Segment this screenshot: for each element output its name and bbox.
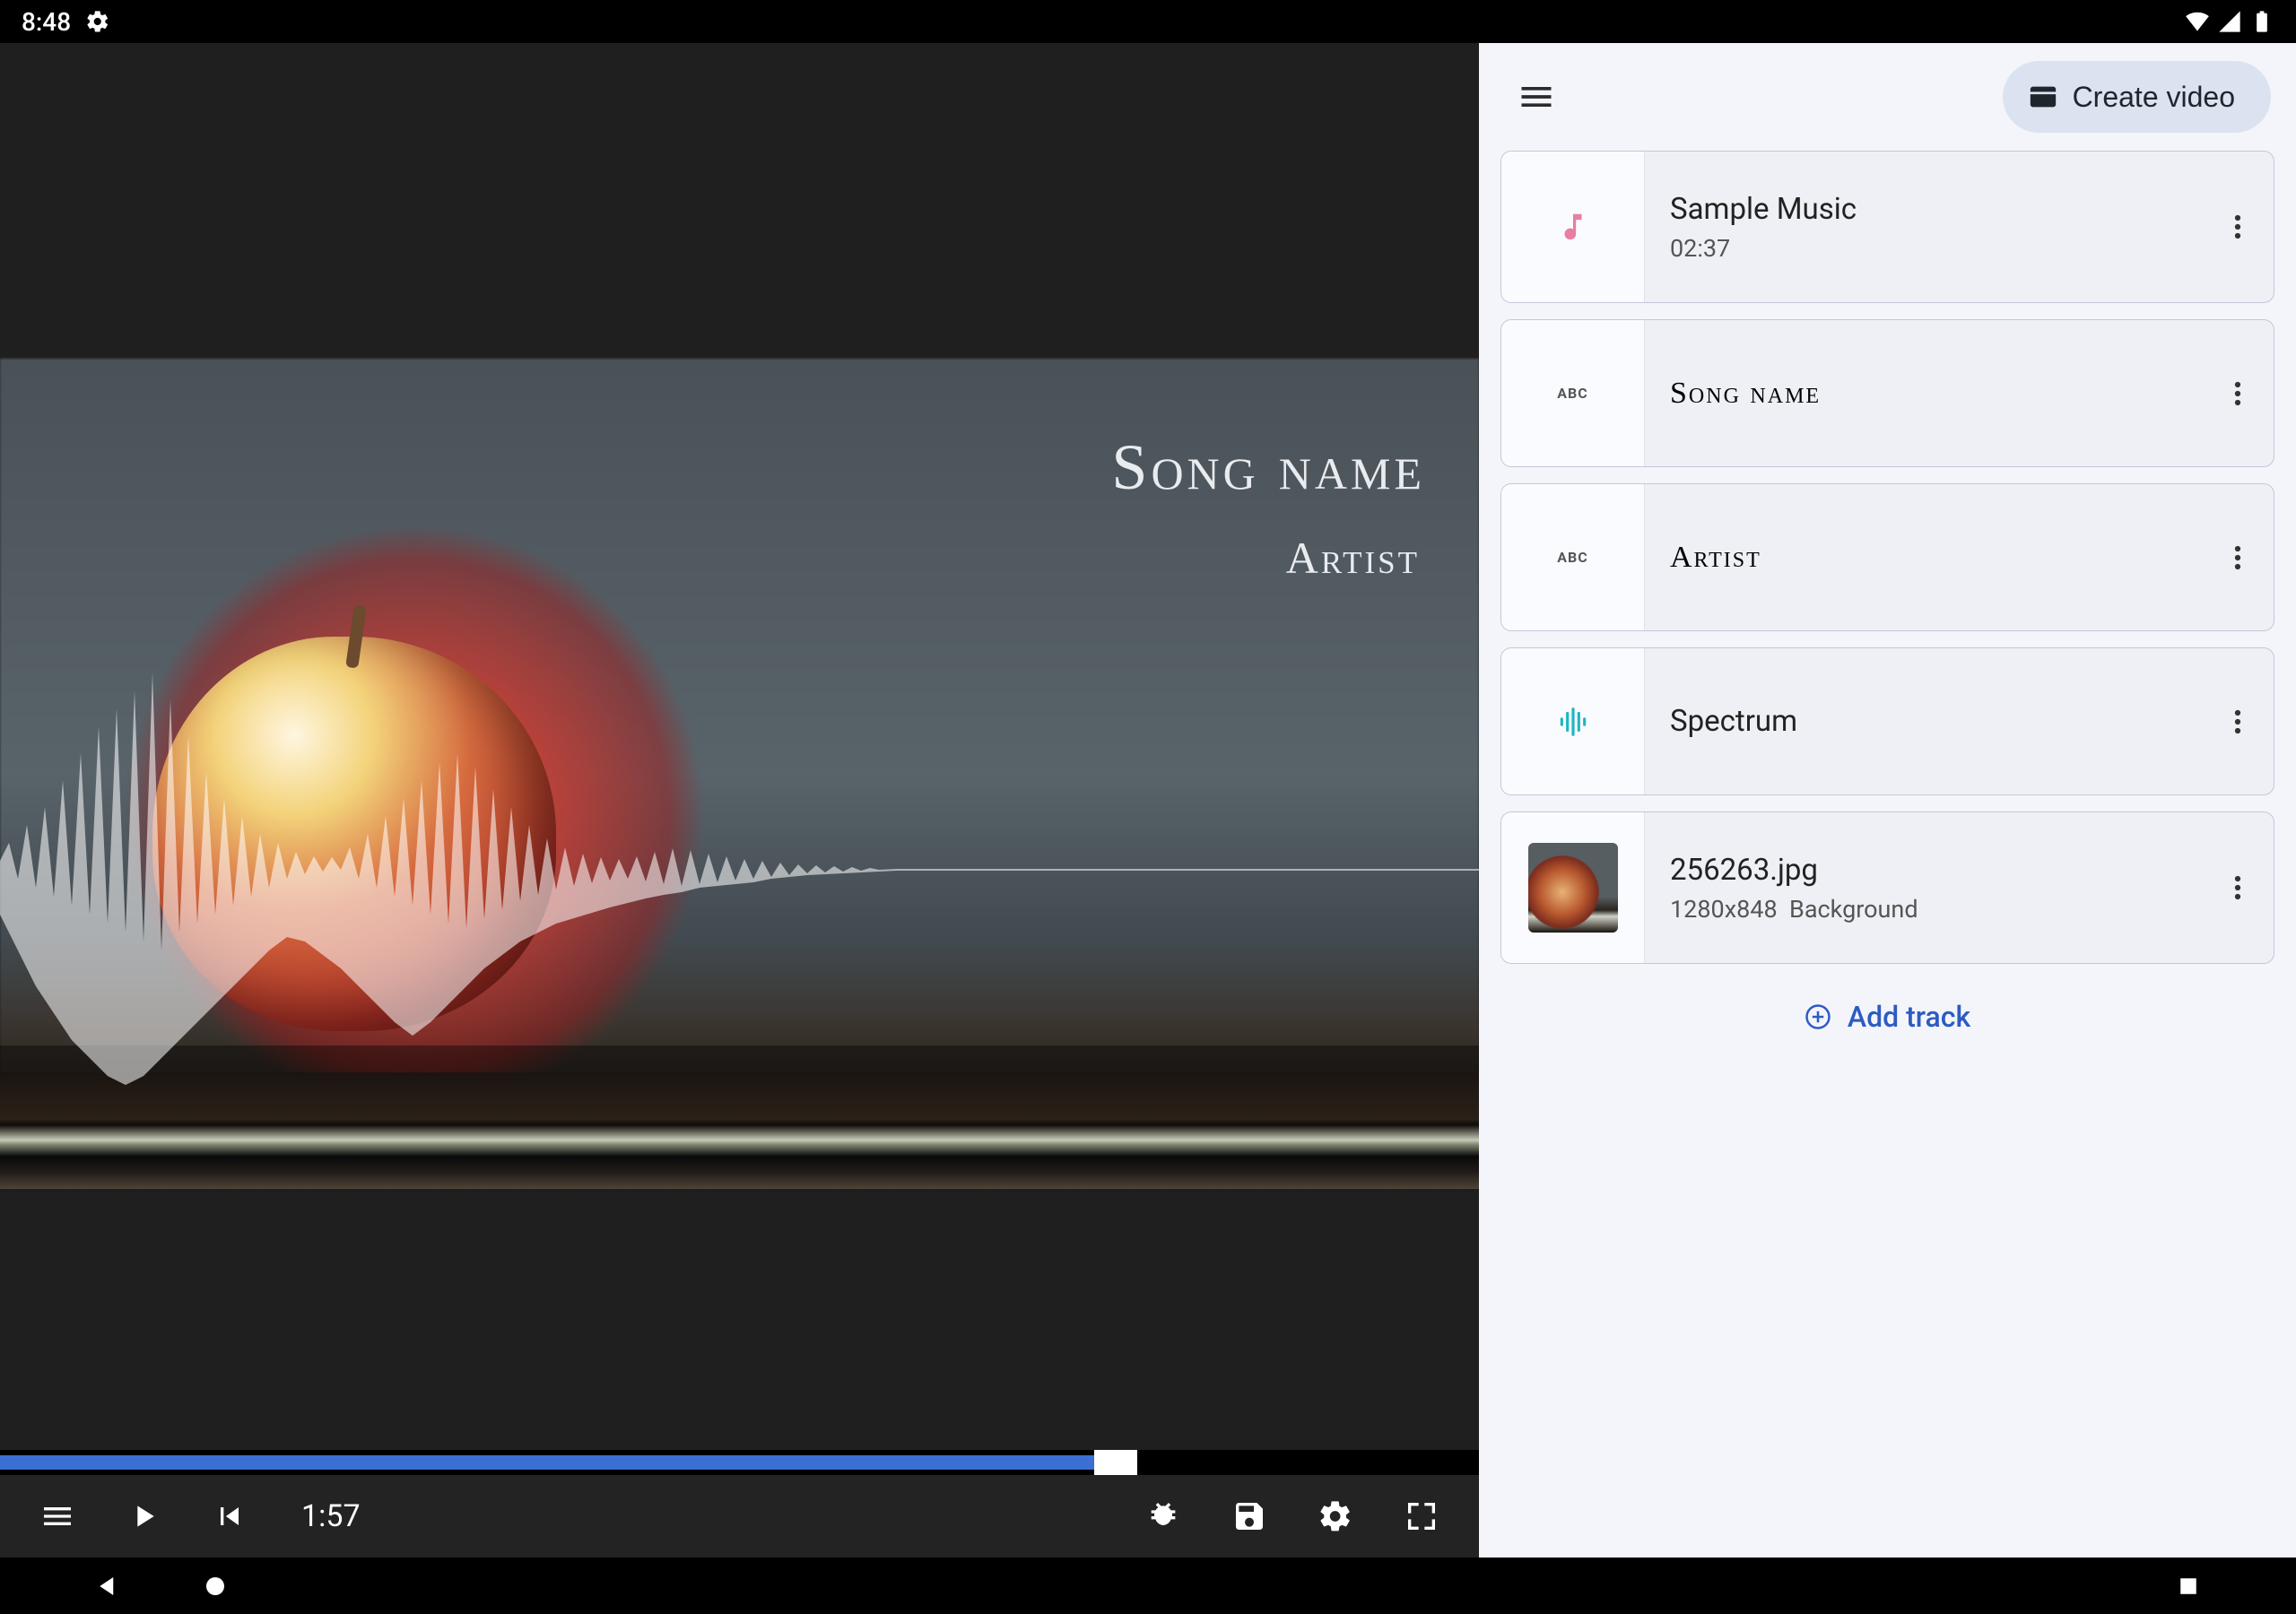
nav-back-button[interactable] <box>54 1558 161 1614</box>
track-more-button[interactable] <box>2202 648 2274 794</box>
track-title: Sample Music <box>1670 192 2177 227</box>
preview-canvas[interactable]: Song name Artist <box>0 43 1479 1450</box>
preview-artist-name: Artist <box>1111 532 1420 584</box>
plus-circle-icon <box>1805 1003 1831 1030</box>
hamburger-icon <box>39 1498 75 1534</box>
skip-previous-icon <box>212 1498 248 1534</box>
track-more-button[interactable] <box>2202 812 2274 963</box>
hamburger-icon <box>1517 77 1556 117</box>
play-icon <box>126 1498 161 1534</box>
track-icon-cell: ABC <box>1501 320 1645 466</box>
track-title: Spectrum <box>1670 704 2177 739</box>
playback-time: 1:57 <box>301 1498 361 1534</box>
more-vert-icon <box>2234 874 2241 901</box>
track-card-text-artist[interactable]: ABC Artist <box>1500 483 2274 631</box>
abc-icon: ABC <box>1557 385 1587 402</box>
progress-handle[interactable] <box>1094 1450 1137 1475</box>
progress-fill <box>0 1455 1094 1470</box>
nav-home-button[interactable] <box>161 1558 269 1614</box>
track-list: Sample Music 02:37 ABC Song name <box>1479 151 2296 964</box>
menu-button[interactable] <box>25 1484 90 1549</box>
more-vert-icon <box>2234 380 2241 407</box>
playback-controls: 1:57 <box>0 1475 1479 1558</box>
track-title: 256263.jpg <box>1670 853 2177 888</box>
track-thumbnail-cell <box>1501 812 1645 963</box>
create-video-button[interactable]: Create video <box>2003 61 2271 133</box>
create-video-label: Create video <box>2073 81 2235 114</box>
android-nav-bar <box>0 1558 2296 1614</box>
track-image-info: 1280x848 Background <box>1670 895 2177 924</box>
play-button[interactable] <box>111 1484 176 1549</box>
track-more-button[interactable] <box>2202 152 2274 302</box>
home-circle-icon <box>202 1573 229 1600</box>
preview-song-title: Song name <box>1111 430 1425 505</box>
battery-icon <box>2249 9 2274 34</box>
more-vert-icon <box>2234 544 2241 571</box>
gear-icon <box>85 9 110 34</box>
track-more-button[interactable] <box>2202 320 2274 466</box>
recents-square-icon <box>2175 1573 2202 1600</box>
video-frame: Song name Artist <box>0 359 1479 1189</box>
back-triangle-icon <box>94 1573 121 1600</box>
playback-progress[interactable] <box>0 1450 1479 1475</box>
track-card-image[interactable]: 256263.jpg 1280x848 Background <box>1500 811 2274 964</box>
panel-menu-button[interactable] <box>1504 65 1569 129</box>
clapperboard-icon <box>2028 82 2058 112</box>
track-panel-header: Create video <box>1479 43 2296 151</box>
fullscreen-button[interactable] <box>1389 1484 1454 1549</box>
wifi-icon <box>2185 9 2210 34</box>
track-card-spectrum[interactable]: Spectrum <box>1500 647 2274 795</box>
track-title: Song name <box>1670 377 2177 411</box>
abc-icon: ABC <box>1557 549 1587 566</box>
track-more-button[interactable] <box>2202 484 2274 630</box>
track-icon-cell: ABC <box>1501 484 1645 630</box>
music-note-icon <box>1556 210 1590 244</box>
signal-icon <box>2217 9 2242 34</box>
bug-icon <box>1145 1498 1181 1534</box>
more-vert-icon <box>2234 213 2241 240</box>
track-icon-cell <box>1501 152 1645 302</box>
track-panel: Create video Sample Music 02:37 <box>1479 43 2296 1558</box>
status-clock: 8:48 <box>22 7 71 37</box>
settings-button[interactable] <box>1303 1484 1368 1549</box>
save-icon <box>1231 1498 1267 1534</box>
gear-icon <box>1318 1498 1353 1534</box>
preview-pane: Song name Artist 1:57 <box>0 43 1479 1558</box>
spectrum-icon <box>1556 705 1590 739</box>
more-vert-icon <box>2234 708 2241 735</box>
track-card-music[interactable]: Sample Music 02:37 <box>1500 151 2274 303</box>
skip-previous-button[interactable] <box>197 1484 262 1549</box>
save-button[interactable] <box>1217 1484 1282 1549</box>
debug-button[interactable] <box>1131 1484 1196 1549</box>
android-status-bar: 8:48 <box>0 0 2296 43</box>
track-card-text-song[interactable]: ABC Song name <box>1500 319 2274 467</box>
add-track-label: Add track <box>1848 1000 1970 1034</box>
track-duration: 02:37 <box>1670 234 2177 263</box>
nav-recents-button[interactable] <box>2135 1558 2242 1614</box>
image-thumbnail <box>1528 843 1618 933</box>
track-title: Artist <box>1670 541 2177 575</box>
track-icon-cell <box>1501 648 1645 794</box>
add-track-button[interactable]: Add track <box>1479 1000 2296 1034</box>
fullscreen-icon <box>1404 1498 1439 1534</box>
